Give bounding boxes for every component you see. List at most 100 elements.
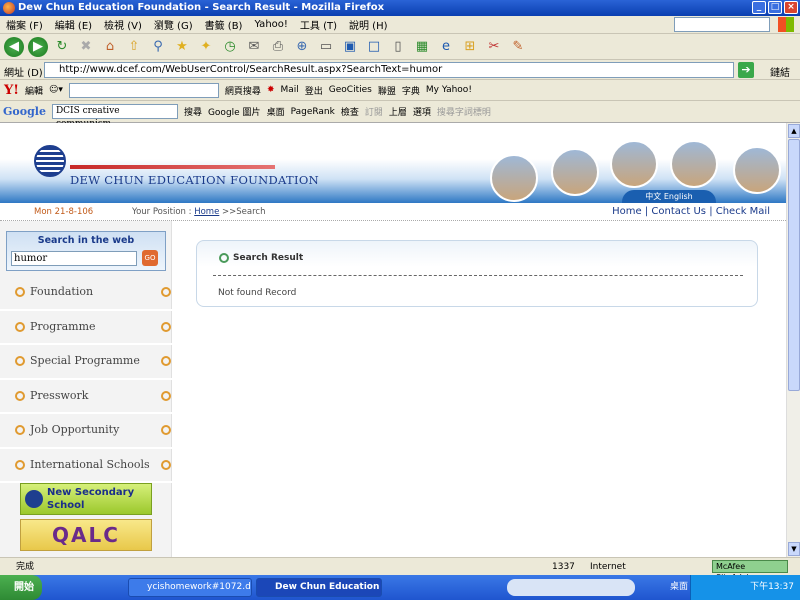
media-player-controls[interactable] xyxy=(507,579,635,596)
yahoo-person-icon[interactable]: ☺▾ xyxy=(49,85,63,95)
menu-help[interactable]: 說明 (H) xyxy=(343,17,394,32)
menu-file[interactable]: 檔案 (F) xyxy=(0,17,49,32)
bullet-icon xyxy=(161,390,171,401)
task-word-doc[interactable]: ycishomework#1072.doc... xyxy=(128,578,252,597)
sidebar-item-job-opportunity[interactable]: Job Opportunity xyxy=(0,414,172,449)
yahoo-compass-icon[interactable]: ✸ xyxy=(267,85,275,95)
fullscreen-icon[interactable]: □ xyxy=(364,37,384,57)
google-search-select[interactable]: DCIS creative communism xyxy=(51,104,178,129)
bullet-icon xyxy=(219,253,229,263)
scroll-thumb[interactable] xyxy=(788,139,800,391)
site-search-input[interactable]: humor xyxy=(11,251,137,266)
tools-icon[interactable]: ✂ xyxy=(484,37,504,57)
yahoo-edit[interactable]: 編輯 xyxy=(25,84,43,97)
start-button[interactable]: 開始 xyxy=(0,575,42,600)
yahoo-search-input[interactable] xyxy=(68,82,219,98)
taskbar: 開始 ycishomework#1072.doc... Dew Chun Edu… xyxy=(0,575,800,600)
add-bookmark-icon[interactable]: ✦ xyxy=(196,37,216,57)
sidebar-item-presswork[interactable]: Presswork xyxy=(0,380,172,414)
breadcrumb-home[interactable]: Home xyxy=(194,207,219,217)
clean-icon[interactable]: ✎ xyxy=(508,37,528,57)
menu-bookmarks[interactable]: 書籤 (B) xyxy=(199,17,249,32)
sidebar-item-foundation[interactable]: Foundation xyxy=(0,276,172,311)
language-switch[interactable]: 中文 English xyxy=(622,190,716,203)
go-arrow-icon[interactable]: ➔ xyxy=(738,62,754,78)
menu-edit[interactable]: 編輯 (E) xyxy=(49,17,98,32)
window-icon[interactable]: ▣ xyxy=(340,37,360,57)
menu-yahoo[interactable]: Yahoo! xyxy=(248,19,293,30)
menu-view[interactable]: 檢視 (V) xyxy=(98,17,148,32)
yahoo-mail[interactable]: Mail xyxy=(280,85,298,95)
city-chongqing[interactable]: Chongqing xyxy=(670,129,718,188)
page-content: DEW CHUN EDUCATION FOUNDATION Hong Kong … xyxy=(0,123,786,557)
bullet-icon xyxy=(161,356,171,366)
scroll-down-icon[interactable]: ▼ xyxy=(788,542,800,556)
bullet-icon xyxy=(161,287,171,297)
ie-icon[interactable]: e xyxy=(436,37,456,57)
qalc-banner[interactable]: QALC xyxy=(20,519,152,551)
city-hong-kong[interactable]: Hong Kong xyxy=(490,143,538,202)
my-yahoo[interactable]: My Yahoo! xyxy=(426,85,472,95)
new-secondary-school-banner[interactable]: New Secondary School xyxy=(20,483,152,515)
sidebar-item-international-schools[interactable]: International Schools xyxy=(0,449,172,483)
yahoo-dictionary[interactable]: 字典 xyxy=(402,84,420,97)
city-beijing[interactable]: Beijing xyxy=(610,129,658,188)
clock: 下午13:37 xyxy=(750,582,794,592)
google-subscribe[interactable]: 訂閱 xyxy=(365,105,383,118)
url-input[interactable]: http://www.dcef.com/WebUserControl/Searc… xyxy=(44,62,734,78)
google-logo[interactable]: Google xyxy=(3,105,46,118)
forward-icon[interactable]: ▶ xyxy=(28,36,48,57)
yahoo-geocities[interactable]: GeoCities xyxy=(329,85,372,95)
google-up[interactable]: 上層 xyxy=(389,105,407,118)
current-date: Mon 21-8-106 xyxy=(34,207,94,217)
stop-icon[interactable]: ✖ xyxy=(76,37,96,57)
links-label[interactable]: 鏈結 xyxy=(770,64,790,79)
page-icon[interactable]: ▯ xyxy=(388,37,408,57)
google-options[interactable]: 選項 xyxy=(413,105,431,118)
breadcrumb-current: >>Search xyxy=(219,207,266,217)
search-icon[interactable]: ⚲ xyxy=(148,37,168,57)
up-icon[interactable]: ⇧ xyxy=(124,37,144,57)
yahoo-alliance[interactable]: 聯盟 xyxy=(378,84,396,97)
scroll-up-icon[interactable]: ▲ xyxy=(788,124,800,138)
search-go-button[interactable]: GO xyxy=(142,250,158,266)
menu-tools[interactable]: 工具 (T) xyxy=(294,17,343,32)
zoom-icon[interactable]: ⊕ xyxy=(292,37,312,57)
browser-search-input[interactable] xyxy=(674,17,770,32)
google-check[interactable]: 檢查 xyxy=(341,105,359,118)
maximize-button[interactable]: □ xyxy=(768,1,782,14)
menu-go[interactable]: 瀏覽 (G) xyxy=(148,17,199,32)
home-icon[interactable]: ⌂ xyxy=(100,37,120,57)
status-bar: 完成 1337 Internet McAfee SiteAdvisor xyxy=(0,557,800,582)
yahoo-web-search[interactable]: 網頁搜尋 xyxy=(225,84,261,97)
yahoo-logout[interactable]: 登出 xyxy=(305,84,323,97)
reload-icon[interactable]: ↻ xyxy=(52,37,72,57)
sidebar-item-special-programme[interactable]: Special Programme xyxy=(0,345,172,380)
desktop-label[interactable]: 桌面 xyxy=(670,575,688,600)
city-silicon-valley[interactable]: Silicon Valley xyxy=(728,135,786,194)
vertical-scrollbar[interactable]: ▲ ▼ xyxy=(786,123,800,557)
google-images[interactable]: Google 圖片 xyxy=(208,105,261,118)
dom-icon[interactable]: ▦ xyxy=(412,37,432,57)
google-highlight[interactable]: 搜尋字詞標明 xyxy=(437,105,491,118)
print-icon[interactable]: ⎙ xyxy=(268,37,288,57)
sidebar-item-programme[interactable]: Programme xyxy=(0,311,172,345)
bookmark-star-icon[interactable]: ★ xyxy=(172,37,192,57)
folder-icon[interactable]: ⊞ xyxy=(460,37,480,57)
yahoo-logo[interactable]: Y! xyxy=(4,83,19,98)
top-links[interactable]: Home | Contact Us | Check Mail xyxy=(612,203,770,221)
sidebar-item-label: International Schools xyxy=(30,457,150,471)
edit-icon[interactable]: ▭ xyxy=(316,37,336,57)
task-firefox[interactable]: Dew Chun Education F... xyxy=(256,578,382,597)
minimize-button[interactable]: _ xyxy=(752,1,766,14)
back-icon[interactable]: ◀ xyxy=(4,36,24,57)
google-search[interactable]: 搜尋 xyxy=(184,105,202,118)
city-shanghai[interactable]: Shanghai xyxy=(551,137,599,196)
banner-text: New Secondary School xyxy=(47,487,135,511)
history-icon[interactable]: ◷ xyxy=(220,37,240,57)
mail-icon[interactable]: ✉ xyxy=(244,37,264,57)
google-desktop[interactable]: 桌面 xyxy=(267,105,285,118)
mcafee-badge[interactable]: McAfee SiteAdvisor xyxy=(712,560,788,582)
close-button[interactable]: × xyxy=(784,1,798,14)
site-logo-text[interactable]: DEW CHUN EDUCATION FOUNDATION xyxy=(70,173,319,187)
